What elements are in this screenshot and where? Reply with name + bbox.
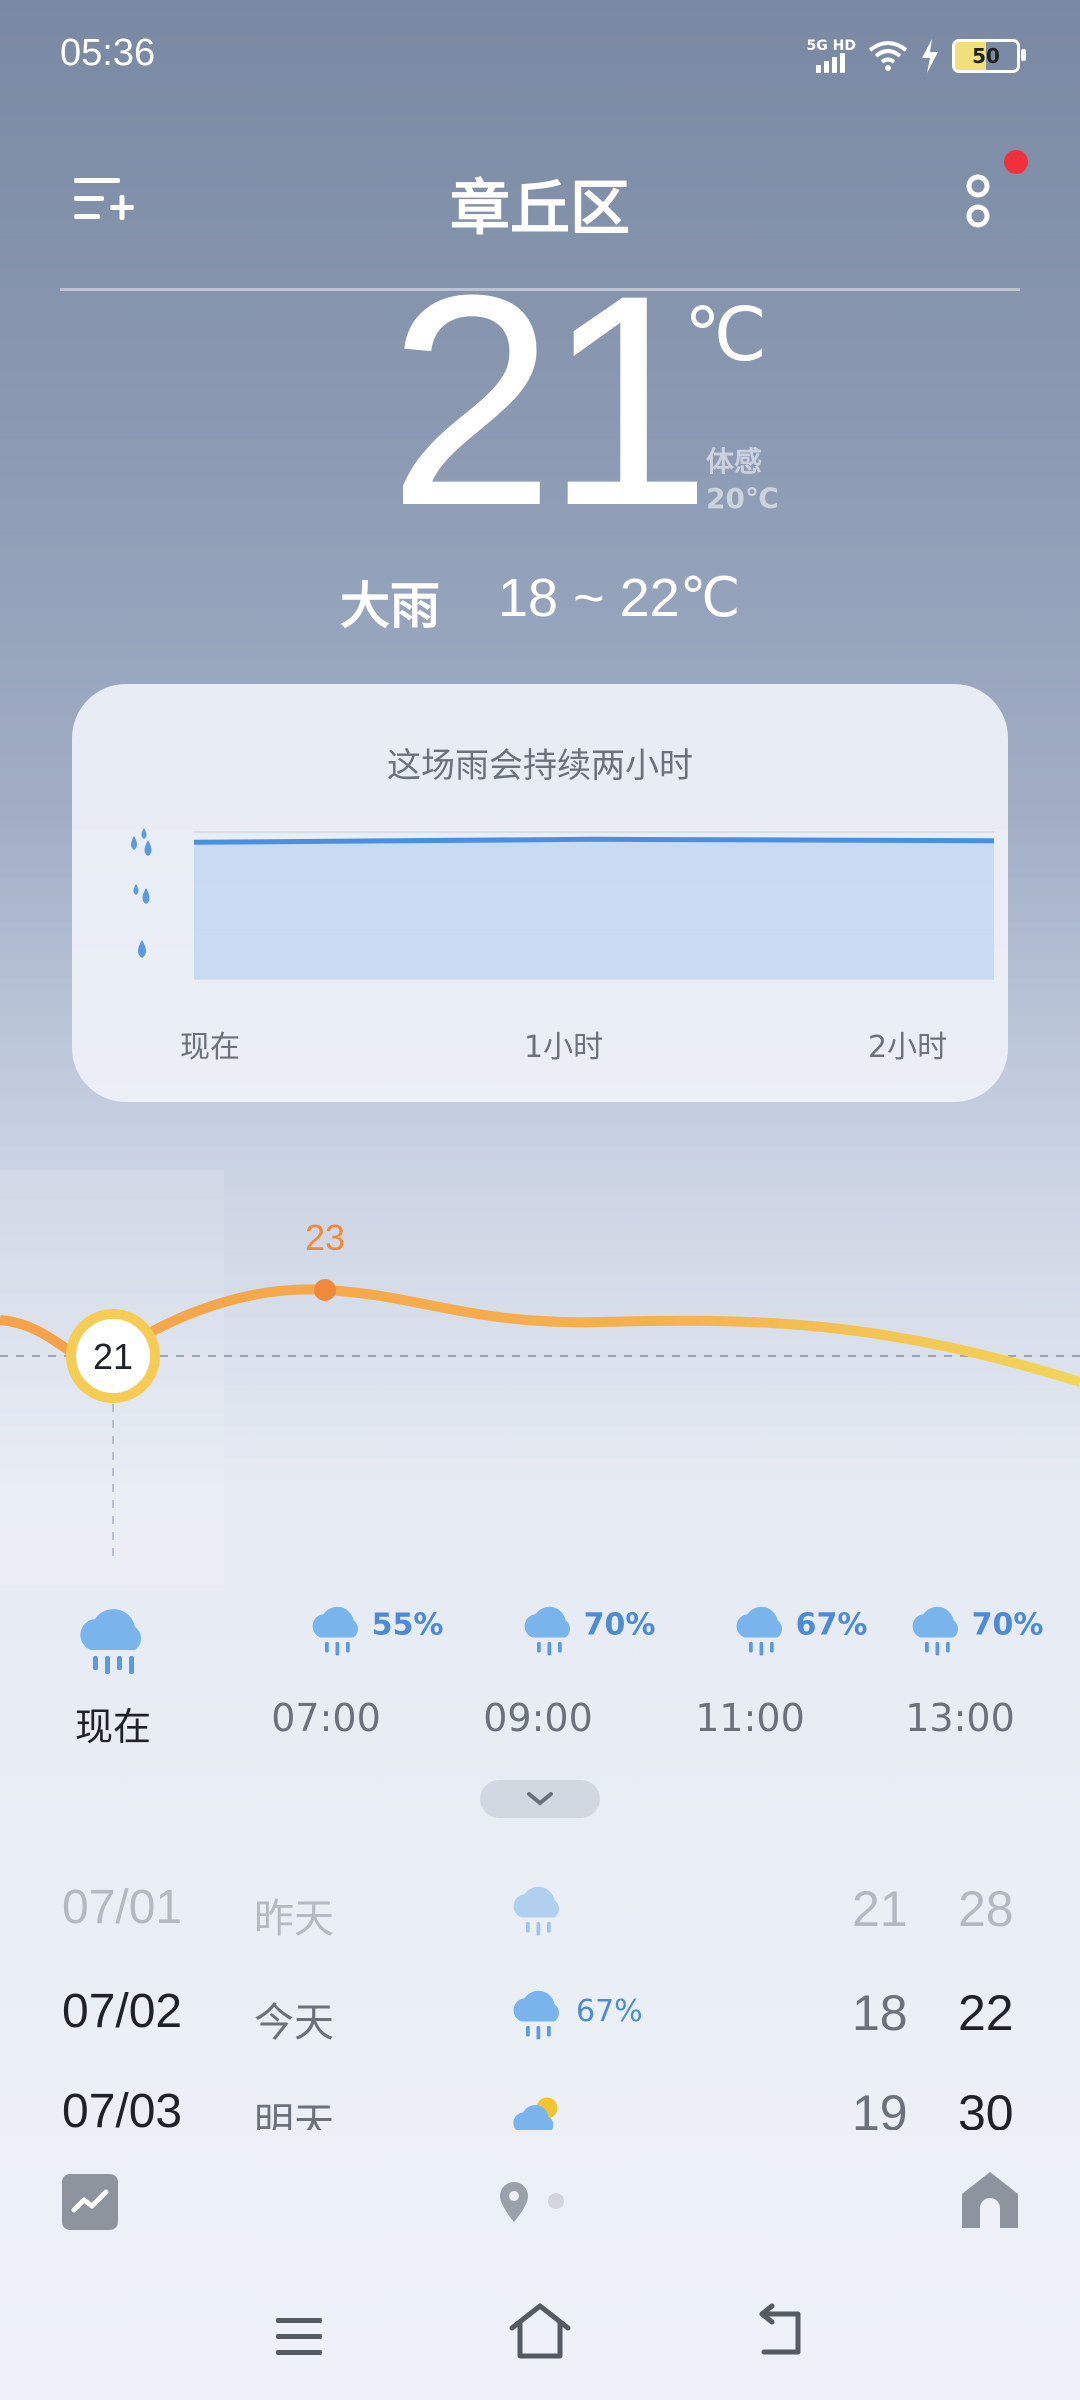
peak-point	[314, 1279, 336, 1301]
signal-icon	[816, 53, 846, 73]
precipitation-title: 这场雨会持续两小时	[387, 746, 693, 786]
rain-cloud-icon	[312, 1606, 358, 1656]
nav-menu-icon[interactable]	[270, 2310, 330, 2362]
daily-name: 昨天	[254, 1896, 334, 1942]
daily-precip-pct: 67%	[576, 1994, 643, 2029]
hour-item-1300[interactable]: 70%	[870, 1600, 1080, 1660]
trend-chart-button[interactable]	[62, 2174, 118, 2230]
chevron-down-icon	[527, 1792, 553, 1806]
notification-dot	[1004, 150, 1028, 174]
feels-like-label: 体感	[706, 445, 763, 478]
status-icons: 5G HD 50	[807, 34, 1026, 78]
feels-like-value: 20℃	[706, 482, 779, 515]
x-label-2h: 2小时	[868, 1030, 948, 1065]
charging-icon	[922, 39, 938, 73]
precip-pct: 70%	[971, 1607, 1044, 1643]
daily-date: 07/03	[62, 2085, 183, 2130]
daily-name: 明天	[254, 2100, 334, 2130]
current-temperature: 21	[388, 232, 712, 568]
rain-cloud-icon	[912, 1606, 958, 1656]
wifi-icon	[868, 41, 908, 71]
daily-row-yesterday[interactable]: 07/01 昨天 21 28	[0, 1870, 1080, 1970]
current-temp-label: 21	[93, 1336, 133, 1377]
precip-pct: 70%	[583, 1607, 656, 1643]
precipitation-area	[194, 839, 994, 979]
temperature-range: 18 ~ 22℃	[498, 568, 741, 628]
rain-cloud-icon	[736, 1606, 782, 1656]
heavy-rain-drops-icon	[131, 828, 152, 856]
peak-temp-label: 23	[305, 1217, 345, 1258]
hour-time: 13:00	[905, 1696, 1015, 1740]
light-rain-drop-icon	[138, 940, 146, 958]
daily-high: 22	[958, 1985, 1014, 2041]
daily-date: 07/02	[62, 1985, 183, 2038]
daily-row-tomorrow[interactable]: 07/03 明天 19 30	[0, 2074, 1080, 2130]
daily-high: 28	[958, 1881, 1014, 1937]
daily-low: 18	[852, 1985, 908, 2041]
hour-item-0700[interactable]: 55%	[270, 1600, 480, 1660]
precipitation-card[interactable]: 这场雨会持续两小时 现在 1小时 2小时	[72, 684, 1008, 1102]
daily-name: 今天	[254, 2000, 334, 2046]
precip-pct: 55%	[371, 1607, 444, 1643]
battery-level: 50	[972, 44, 1000, 68]
daily-date: 07/01	[62, 1881, 183, 1934]
battery-icon: 50	[952, 39, 1026, 73]
daily-row-today[interactable]: 07/02 今天 67% 18 22	[0, 1974, 1080, 2074]
x-label-now: 现在	[180, 1030, 240, 1065]
hour-time: 07:00	[271, 1696, 381, 1740]
location-pin-icon	[500, 2182, 528, 2222]
weather-condition: 大雨	[340, 577, 440, 635]
daily-high: 30	[958, 2085, 1014, 2130]
moderate-rain-drops-icon	[133, 884, 150, 904]
daily-forecast-list[interactable]: 07/01 昨天 21 28 07/02 今天 67% 18 22 07/03 …	[0, 1870, 1080, 2130]
network-indicator: 5G HD	[807, 39, 856, 73]
x-label-1h: 1小时	[524, 1030, 604, 1065]
rain-cloud-icon	[513, 1886, 560, 1936]
rain-cloud-icon	[513, 1990, 560, 2040]
hourly-temperature-chart: 23 21	[0, 1217, 1080, 1560]
nav-back-icon[interactable]	[750, 2302, 810, 2362]
heavy-rain-cloud-icon	[80, 1609, 142, 1674]
trend-line-icon	[71, 2189, 109, 2213]
hour-item-now[interactable]	[8, 1600, 218, 1684]
network-label: 5G HD	[806, 38, 856, 54]
daily-low: 21	[852, 1881, 908, 1937]
expand-forecast-button[interactable]	[480, 1780, 600, 1818]
daily-low: 19	[852, 2085, 908, 2130]
rain-cloud-icon	[524, 1606, 570, 1656]
partly-cloudy-icon	[513, 2097, 558, 2130]
page-indicator-dot	[548, 2193, 564, 2209]
precipitation-chart	[131, 828, 994, 980]
status-time: 05:36	[60, 32, 156, 74]
temperature-curve	[0, 1284, 1080, 1387]
hour-time: 11:00	[695, 1696, 805, 1740]
home-city-icon[interactable]	[960, 2170, 1020, 2230]
hour-item-0900[interactable]: 70%	[482, 1600, 692, 1660]
precip-pct: 67%	[795, 1607, 868, 1643]
more-options-icon[interactable]	[960, 172, 1000, 242]
hour-time: 09:00	[483, 1696, 593, 1740]
nav-home-icon[interactable]	[506, 2300, 574, 2364]
temperature-unit: ℃	[684, 293, 768, 376]
hour-time-now: 现在	[74, 1705, 151, 1749]
